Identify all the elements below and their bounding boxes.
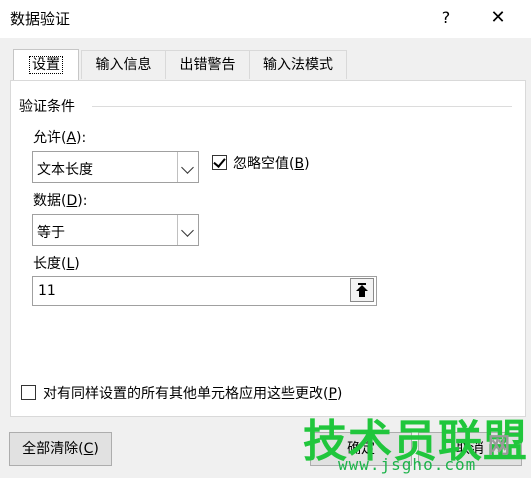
allow-label: 允许(A): [33,127,86,147]
validation-criteria-title: 验证条件 [19,99,75,115]
apply-all-end: ) [336,386,343,402]
dialog-title: 数据验证 [10,10,71,28]
clear-all-button[interactable]: 全部清除(C) [9,432,112,466]
chevron-down-icon[interactable] [177,152,198,182]
tab-input-message[interactable]: 输入信息 [81,50,166,79]
allow-label-text: 允许( [33,130,67,146]
clear-all-key: C [83,441,94,457]
allow-label-end: ): [76,130,87,146]
watermark-url: www.jsgho.com [338,455,477,474]
settings-panel [10,80,526,417]
clear-all-end: ) [93,441,99,457]
tab-ime-mode-label: 输入法模式 [263,57,333,73]
data-label-end: ): [77,193,88,209]
apply-all-text: 对有同样设置的所有其他单元格应用这些更改( [43,386,329,402]
tab-input-message-label: 输入信息 [95,57,152,73]
tab-error-alert[interactable]: 出错警告 [165,50,250,79]
clear-all-text: 全部清除( [22,441,84,457]
length-label-end: ) [74,256,80,272]
data-label: 数据(D): [33,190,87,210]
length-label-text: 长度( [33,256,67,272]
collapse-dialog-icon [356,283,368,297]
data-label-key: D [66,193,78,209]
watermark-suffix: 网 [488,434,511,459]
chevron-down-icon[interactable] [177,215,198,245]
apply-all-checkbox[interactable] [21,385,36,400]
ignore-blank-checkbox[interactable] [212,155,227,170]
length-label: 长度(L) [33,253,80,273]
data-value: 等于 [37,225,65,241]
ignore-blank-end: ) [304,156,310,172]
tab-settings[interactable]: 设置 [13,49,79,80]
allow-value: 文本长度 [37,162,93,178]
close-button[interactable]: ✕ [484,4,512,32]
data-dropdown[interactable]: 等于 [32,214,199,246]
ignore-blank-text: 忽略空值( [233,156,295,172]
data-label-text: 数据( [33,193,67,209]
tab-error-alert-label: 出错警告 [179,57,236,73]
tab-settings-label: 设置 [29,56,63,74]
allow-dropdown[interactable]: 文本长度 [32,151,199,183]
ignore-blank-key: B [294,156,305,172]
apply-all-key: P [328,386,337,402]
help-button[interactable]: ? [432,4,460,32]
range-select-button[interactable] [350,278,374,302]
group-divider [92,106,512,107]
length-value: 11 [38,283,56,299]
allow-label-key: A [66,130,77,146]
checkmark-icon [213,155,226,168]
length-input[interactable]: 11 [32,276,377,306]
ignore-blank-label: 忽略空值(B) [233,153,310,173]
apply-all-label: 对有同样设置的所有其他单元格应用这些更改(P) [43,383,342,403]
tab-ime-mode[interactable]: 输入法模式 [249,50,347,79]
